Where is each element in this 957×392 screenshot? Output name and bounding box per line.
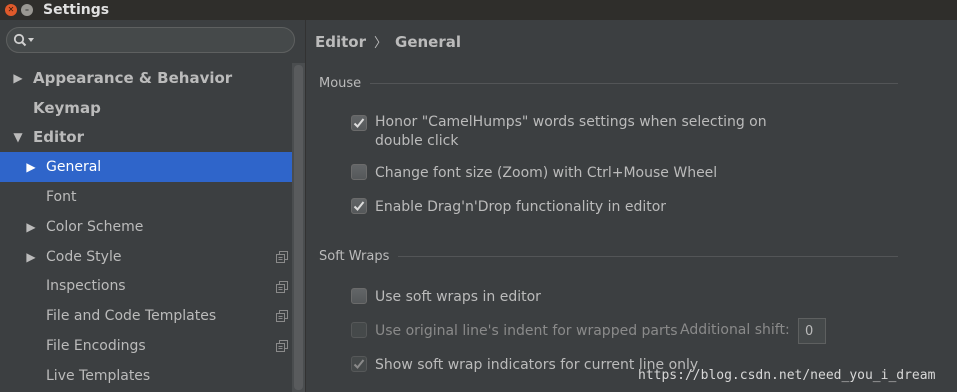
- minimize-window-button[interactable]: –: [21, 4, 33, 16]
- search-box[interactable]: [6, 27, 295, 53]
- checkmark-icon: [353, 118, 365, 128]
- close-window-button[interactable]: ✕: [5, 4, 17, 16]
- collapse-arrow-icon[interactable]: ▼: [12, 130, 24, 144]
- tree-item-appearance[interactable]: ▶ Appearance & Behavior: [0, 63, 292, 93]
- breadcrumb-separator-icon: 〉: [374, 36, 388, 51]
- settings-content-panel: Editor 〉 General Mouse Honor "CamelHumps…: [305, 20, 957, 392]
- tree-item-label: General: [46, 159, 102, 176]
- tree-item-label: Font: [46, 189, 77, 206]
- minimize-icon: –: [25, 5, 29, 14]
- expand-arrow-icon[interactable]: ▶: [25, 160, 37, 174]
- tree-item-label: Keymap: [33, 98, 101, 117]
- zoom-checkbox[interactable]: [351, 164, 367, 180]
- tree-item-inspections[interactable]: Inspections: [0, 272, 292, 302]
- tree-item-label: Code Style: [46, 248, 122, 265]
- section-divider: [370, 83, 898, 84]
- title-bar: ✕ – Settings: [0, 0, 957, 20]
- use-soft-wraps-checkbox[interactable]: [351, 288, 367, 304]
- expand-arrow-icon[interactable]: ▶: [25, 250, 37, 264]
- additional-shift-label: Additional shift:: [680, 322, 790, 338]
- project-settings-icon: [276, 250, 288, 267]
- option-original-indent: Use original line's indent for wrapped p…: [351, 322, 678, 341]
- project-settings-icon: [276, 280, 288, 297]
- tree-item-label: Inspections: [46, 278, 126, 295]
- window-title: Settings: [43, 2, 110, 18]
- option-camelhumps[interactable]: Honor "CamelHumps" words settings when s…: [351, 113, 767, 151]
- breadcrumb: Editor 〉 General: [315, 32, 462, 52]
- dragdrop-label: Enable Drag'n'Drop functionality in edit…: [375, 199, 667, 215]
- tree-item-label: File and Code Templates: [46, 308, 217, 325]
- additional-shift-input[interactable]: [798, 318, 826, 344]
- tree-item-color-scheme[interactable]: ▶ Color Scheme: [0, 212, 292, 242]
- original-indent-label: Use original line's indent for wrapped p…: [375, 323, 678, 339]
- expand-arrow-icon[interactable]: ▶: [12, 71, 24, 85]
- close-icon: ✕: [7, 5, 15, 14]
- tree-item-font[interactable]: Font: [0, 182, 292, 212]
- dragdrop-checkbox[interactable]: [351, 198, 367, 214]
- section-title-soft-wraps: Soft Wraps: [319, 249, 390, 264]
- scrollbar-thumb[interactable]: [294, 65, 303, 390]
- settings-sidebar: ▶ Appearance & Behavior Keymap ▼ Editor …: [0, 20, 305, 392]
- search-input[interactable]: [39, 32, 279, 48]
- watermark-text: https://blog.csdn.net/need_you_i_dream: [638, 368, 936, 383]
- camelhumps-label: Honor "CamelHumps" words settings when s…: [375, 114, 767, 149]
- sidebar-scrollbar[interactable]: [292, 63, 305, 392]
- settings-tree: ▶ Appearance & Behavior Keymap ▼ Editor …: [0, 63, 292, 391]
- expand-arrow-icon[interactable]: ▶: [25, 220, 37, 234]
- breadcrumb-current: General: [395, 32, 462, 51]
- breadcrumb-parent[interactable]: Editor: [315, 33, 366, 51]
- tree-item-file-encodings[interactable]: File Encodings: [0, 331, 292, 361]
- original-indent-checkbox: [351, 322, 367, 338]
- indicators-checkbox: [351, 356, 367, 372]
- tree-item-live-templates[interactable]: Live Templates: [0, 361, 292, 391]
- camelhumps-checkbox[interactable]: [351, 115, 367, 131]
- project-settings-icon: [276, 340, 288, 356]
- tree-item-label: File Encodings: [46, 338, 146, 355]
- tree-item-editor[interactable]: ▼ Editor: [0, 123, 292, 153]
- tree-item-label: Live Templates: [46, 367, 151, 384]
- zoom-label: Change font size (Zoom) with Ctrl+Mouse …: [375, 165, 718, 181]
- section-title-mouse: Mouse: [319, 76, 362, 91]
- tree-item-code-style[interactable]: ▶ Code Style: [0, 242, 292, 272]
- option-zoom[interactable]: Change font size (Zoom) with Ctrl+Mouse …: [351, 164, 717, 183]
- use-soft-wraps-label: Use soft wraps in editor: [375, 289, 541, 305]
- tree-item-label: Color Scheme: [46, 218, 144, 235]
- tree-item-file-code-templates[interactable]: File and Code Templates: [0, 301, 292, 331]
- section-divider: [398, 256, 898, 257]
- checkmark-icon: [353, 201, 365, 211]
- checkmark-icon: [353, 359, 365, 369]
- tree-item-keymap[interactable]: Keymap: [0, 93, 292, 123]
- tree-item-label: Appearance & Behavior: [33, 68, 233, 87]
- tree-item-general[interactable]: ▶ General: [0, 152, 292, 183]
- project-settings-icon: [276, 310, 288, 326]
- search-icon[interactable]: [13, 33, 35, 47]
- tree-item-label: Editor: [33, 128, 84, 147]
- option-dragdrop[interactable]: Enable Drag'n'Drop functionality in edit…: [351, 198, 666, 217]
- option-use-soft-wraps[interactable]: Use soft wraps in editor: [351, 288, 541, 307]
